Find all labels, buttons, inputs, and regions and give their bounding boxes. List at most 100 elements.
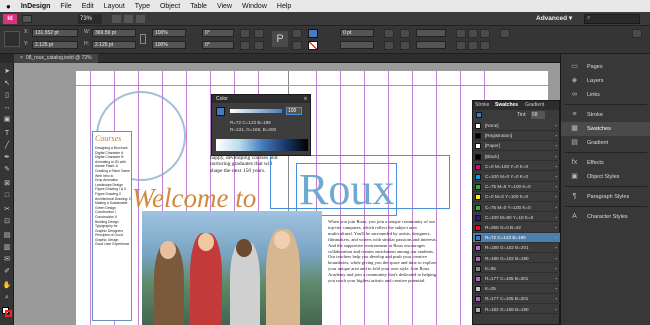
rectangle-tool-icon[interactable]: □: [2, 191, 12, 201]
rotate-cw-icon[interactable]: [240, 29, 250, 38]
align-left-icon[interactable]: [456, 29, 466, 38]
fill-stroke-icon[interactable]: [476, 112, 482, 118]
view-options-icon[interactable]: [112, 15, 121, 23]
type-tool-icon[interactable]: T: [2, 129, 12, 139]
swatch-row[interactable]: C=100 M=0 Y=0 K=0 ▪: [473, 172, 561, 182]
pencil-tool-icon[interactable]: ✎: [2, 165, 12, 175]
menu-edit[interactable]: Edit: [82, 3, 94, 10]
swatch-row[interactable]: C=75 M=0 Y=100 K=0 ▪: [473, 203, 561, 213]
scissors-tool-icon[interactable]: ✂: [2, 205, 12, 215]
fill-stroke-icon[interactable]: [2, 307, 12, 317]
fill-stroke-icon[interactable]: [216, 107, 225, 116]
width-field[interactable]: 369.59 pt: [92, 29, 136, 37]
tint-field[interactable]: 68: [531, 111, 545, 119]
direct-selection-tool-icon[interactable]: ↖: [2, 79, 12, 89]
container-select-icon[interactable]: P: [272, 31, 288, 47]
swatch-row[interactable]: C=0 M=0 Y=100 K=0 ▪: [473, 192, 561, 202]
swatch-row[interactable]: [Black] ▪: [473, 152, 561, 162]
page-tool-icon[interactable]: ▯: [2, 91, 12, 101]
search-field[interactable]: ⌕: [584, 14, 640, 24]
students-photo[interactable]: [142, 211, 322, 325]
fill-swatch[interactable]: [308, 29, 318, 38]
selection-tool-icon[interactable]: ➤: [2, 67, 12, 77]
document-tab[interactable]: × 08_roux_catalog.indd @ 72%: [14, 54, 98, 63]
selection-frame[interactable]: [270, 155, 450, 209]
effects-icon[interactable]: [400, 41, 410, 50]
swatch-row[interactable]: R=182 G=168 B=190 ▪: [473, 305, 561, 315]
rotate-ccw-icon[interactable]: [240, 41, 250, 50]
rotation-field[interactable]: 0°: [202, 29, 234, 37]
text-wrap-off-icon[interactable]: [384, 41, 394, 50]
swatch-row[interactable]: R=186 G=102 B=190 ▪: [473, 254, 561, 264]
swatch-row[interactable]: [Paper] ▪: [473, 141, 561, 151]
free-transform-tool-icon[interactable]: ⊡: [2, 217, 12, 227]
panel-paragraph-styles[interactable]: ¶ Paragraph Styles: [561, 190, 650, 204]
menu-layout[interactable]: Layout: [104, 3, 125, 10]
swatch-row[interactable]: K=25 ▪: [473, 284, 561, 294]
eyedropper-tool-icon[interactable]: ✐: [2, 267, 12, 277]
arrange-documents-icon[interactable]: [136, 15, 145, 23]
swatch-row[interactable]: C=0 M=100 Y=0 K=0 ▪: [473, 162, 561, 172]
swatch-row[interactable]: R=177 C=105 B=201 ▪: [473, 274, 561, 284]
apple-icon[interactable]: ●: [6, 2, 11, 11]
panel-layers[interactable]: ◈ Layers: [561, 74, 650, 88]
courses-sidebar[interactable]: Courses Designing a Brochure Digital Char…: [92, 131, 132, 321]
swatch-row[interactable]: R=255 G=0 B=42 ▪: [473, 223, 561, 233]
workspace-switcher[interactable]: Advanced ▾: [536, 14, 580, 24]
color-spectrum[interactable]: [216, 139, 308, 151]
stroke-type-field[interactable]: [340, 41, 374, 49]
tab-swatches[interactable]: Swatches: [495, 101, 518, 110]
align-right-icon[interactable]: [480, 29, 490, 38]
gap-tool-icon[interactable]: ↔: [2, 103, 12, 113]
swatch-row[interactable]: K=55 ▪: [473, 264, 561, 274]
opacity-field[interactable]: [416, 29, 446, 37]
panel-character-styles[interactable]: A Character Styles: [561, 210, 650, 224]
menu-object[interactable]: Object: [160, 3, 180, 10]
color-value-field[interactable]: 100: [286, 107, 302, 115]
screen-mode-icon[interactable]: [124, 15, 133, 23]
flip-horizontal-icon[interactable]: [254, 29, 264, 38]
welcome-heading[interactable]: Welcome to: [132, 183, 256, 214]
gradient-tool-icon[interactable]: ▤: [2, 231, 12, 241]
close-tab-icon[interactable]: ×: [20, 55, 23, 61]
tab-gradient[interactable]: Gradient: [525, 101, 544, 110]
panel-menu-icon[interactable]: ≡: [304, 95, 307, 103]
distribute-icon[interactable]: [500, 29, 510, 38]
scale-x-field[interactable]: 100%: [152, 29, 186, 37]
align-bottom-icon[interactable]: [480, 41, 490, 50]
drop-shadow-icon[interactable]: [400, 29, 410, 38]
y-field[interactable]: 2.125 pt: [32, 41, 78, 49]
stroke-weight-field[interactable]: 0 pt: [340, 29, 374, 37]
shear-field[interactable]: 0°: [202, 41, 234, 49]
zoom-level[interactable]: 73%: [78, 14, 102, 24]
corner-field[interactable]: [416, 41, 446, 49]
panel-swatches[interactable]: ▦ Swatches: [561, 122, 650, 136]
swatch-row[interactable]: R=72 C=123 B=189 ▪: [473, 233, 561, 243]
select-next-icon[interactable]: [292, 41, 302, 50]
select-previous-icon[interactable]: [292, 29, 302, 38]
swatch-row[interactable]: [Registration] ▪: [473, 131, 561, 141]
hand-tool-icon[interactable]: ✋: [2, 281, 12, 291]
pen-tool-icon[interactable]: ✒: [2, 153, 12, 163]
constrain-proportions-icon[interactable]: [140, 34, 146, 44]
color-panel[interactable]: Color ≡ 100 R=72 C=123 B=189 R=131, G=16…: [211, 94, 311, 156]
swatches-panel[interactable]: Stroke Swatches Gradient Tint: 68 [None]…: [472, 100, 561, 325]
swatch-row[interactable]: C=75 M=5 Y=100 K=0 ▪: [473, 182, 561, 192]
panel-stroke[interactable]: ≡ Stroke: [561, 108, 650, 122]
panel-links[interactable]: ∞ Links: [561, 88, 650, 102]
x-field[interactable]: 131.552 pt: [32, 29, 78, 37]
menu-app[interactable]: InDesign: [21, 3, 51, 10]
zoom-tool-icon[interactable]: ⌕: [2, 293, 12, 303]
swatch-row[interactable]: R=188 G=102 B=201 ▪: [473, 243, 561, 253]
tab-stroke[interactable]: Stroke: [475, 101, 489, 110]
menu-help[interactable]: Help: [277, 3, 291, 10]
height-field[interactable]: 2.125 pt: [92, 41, 136, 49]
panel-gradient[interactable]: ▤ Gradient: [561, 136, 650, 150]
menu-window[interactable]: Window: [242, 3, 267, 10]
align-top-icon[interactable]: [456, 41, 466, 50]
menu-view[interactable]: View: [217, 3, 232, 10]
panel-pages[interactable]: ▭ Pages: [561, 60, 650, 74]
content-collector-icon[interactable]: ▣: [2, 115, 12, 125]
gradient-feather-tool-icon[interactable]: ▥: [2, 243, 12, 253]
menu-type[interactable]: Type: [135, 3, 150, 10]
